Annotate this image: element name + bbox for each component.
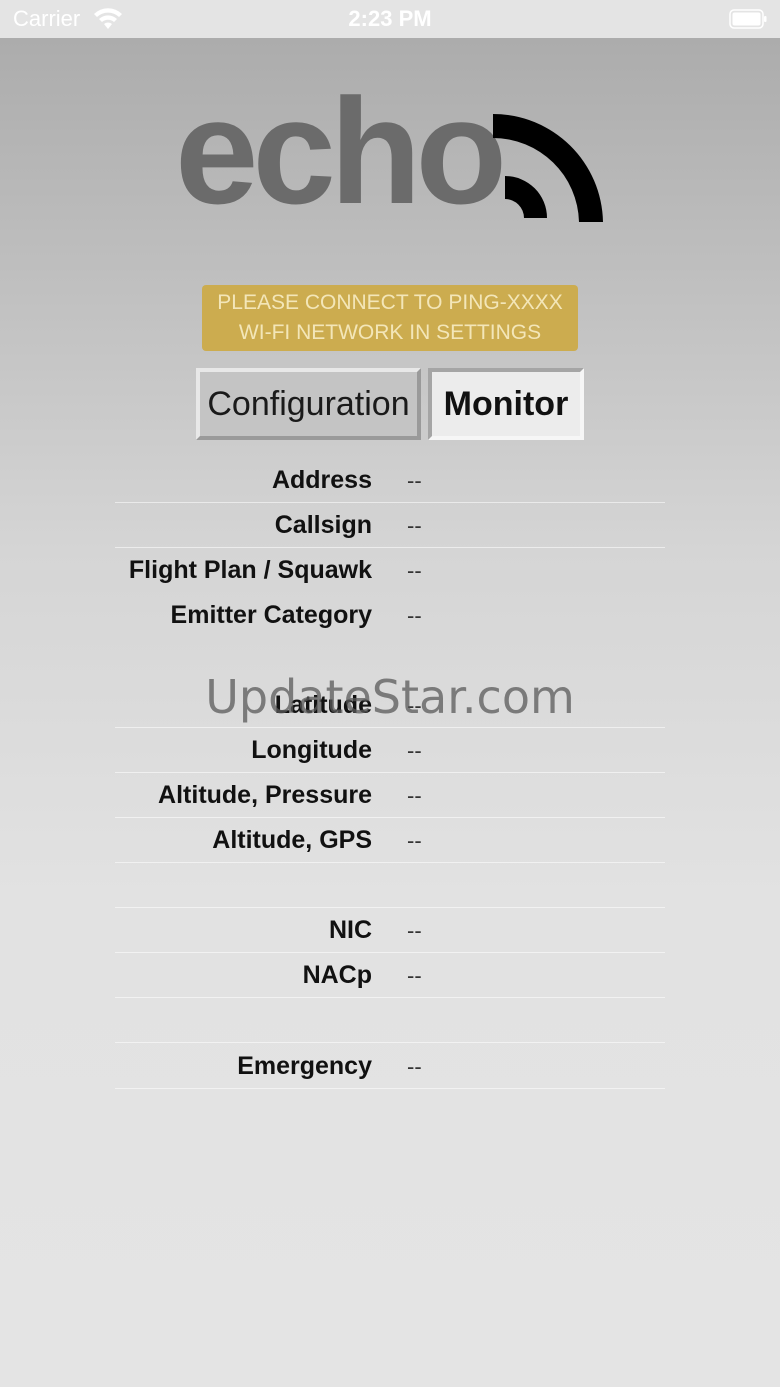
status-bar: Carrier 2:23 PM	[0, 0, 780, 38]
field-label: NACp	[302, 961, 372, 989]
field-value: --	[407, 828, 422, 853]
connection-warning-banner: PLEASE CONNECT TO PING-XXXX WI-FI NETWOR…	[202, 285, 578, 351]
battery-icon	[729, 9, 767, 29]
field-value: --	[407, 1054, 422, 1079]
field-value: --	[407, 738, 422, 763]
field-row-altitude-gps: Altitude, GPS --	[115, 817, 665, 863]
signal-waves-icon	[493, 114, 603, 222]
field-value: --	[407, 783, 422, 808]
field-row-callsign: Callsign --	[115, 502, 665, 548]
field-row-emergency: Emergency --	[115, 1043, 665, 1089]
field-row-nic: NIC --	[115, 907, 665, 953]
field-label: Address	[271, 466, 372, 494]
field-row-altitude-pressure: Altitude, Pressure --	[115, 772, 665, 818]
field-row-spacer	[115, 862, 665, 908]
field-label: Flight Plan / Squawk	[128, 556, 372, 584]
field-label: Emitter Category	[170, 601, 372, 629]
banner-line-1: PLEASE CONNECT TO PING-XXXX	[217, 291, 563, 314]
field-row-nacp: NACp --	[115, 952, 665, 998]
field-row-longitude: Longitude --	[115, 727, 665, 773]
field-label: Altitude, GPS	[212, 826, 372, 854]
field-label: Longitude	[251, 736, 372, 764]
field-row-latitude: Latitude --	[115, 682, 665, 728]
field-row-address: Address --	[115, 457, 665, 503]
field-value: --	[407, 513, 422, 538]
field-value: --	[407, 468, 422, 493]
field-row-spacer	[115, 997, 665, 1043]
field-label: Emergency	[237, 1052, 372, 1080]
field-value: --	[407, 558, 422, 583]
field-label: Altitude, Pressure	[158, 781, 372, 809]
clock: 2:23 PM	[348, 6, 432, 31]
field-label: Callsign	[274, 511, 372, 539]
banner-line-2: WI-FI NETWORK IN SETTINGS	[238, 321, 542, 344]
field-value: --	[407, 603, 422, 628]
echo-logo: echo	[175, 76, 605, 283]
field-row-flight-plan: Flight Plan / Squawk --	[115, 547, 665, 592]
tab-configuration[interactable]: Configuration	[196, 368, 421, 440]
tab-monitor[interactable]: Monitor	[428, 368, 584, 440]
field-value: --	[407, 693, 422, 718]
field-label: NIC	[328, 916, 372, 944]
field-value: --	[407, 918, 422, 943]
field-label: Latitude	[274, 691, 372, 719]
field-value: --	[407, 963, 422, 988]
field-row-emitter-category: Emitter Category --	[115, 592, 665, 637]
